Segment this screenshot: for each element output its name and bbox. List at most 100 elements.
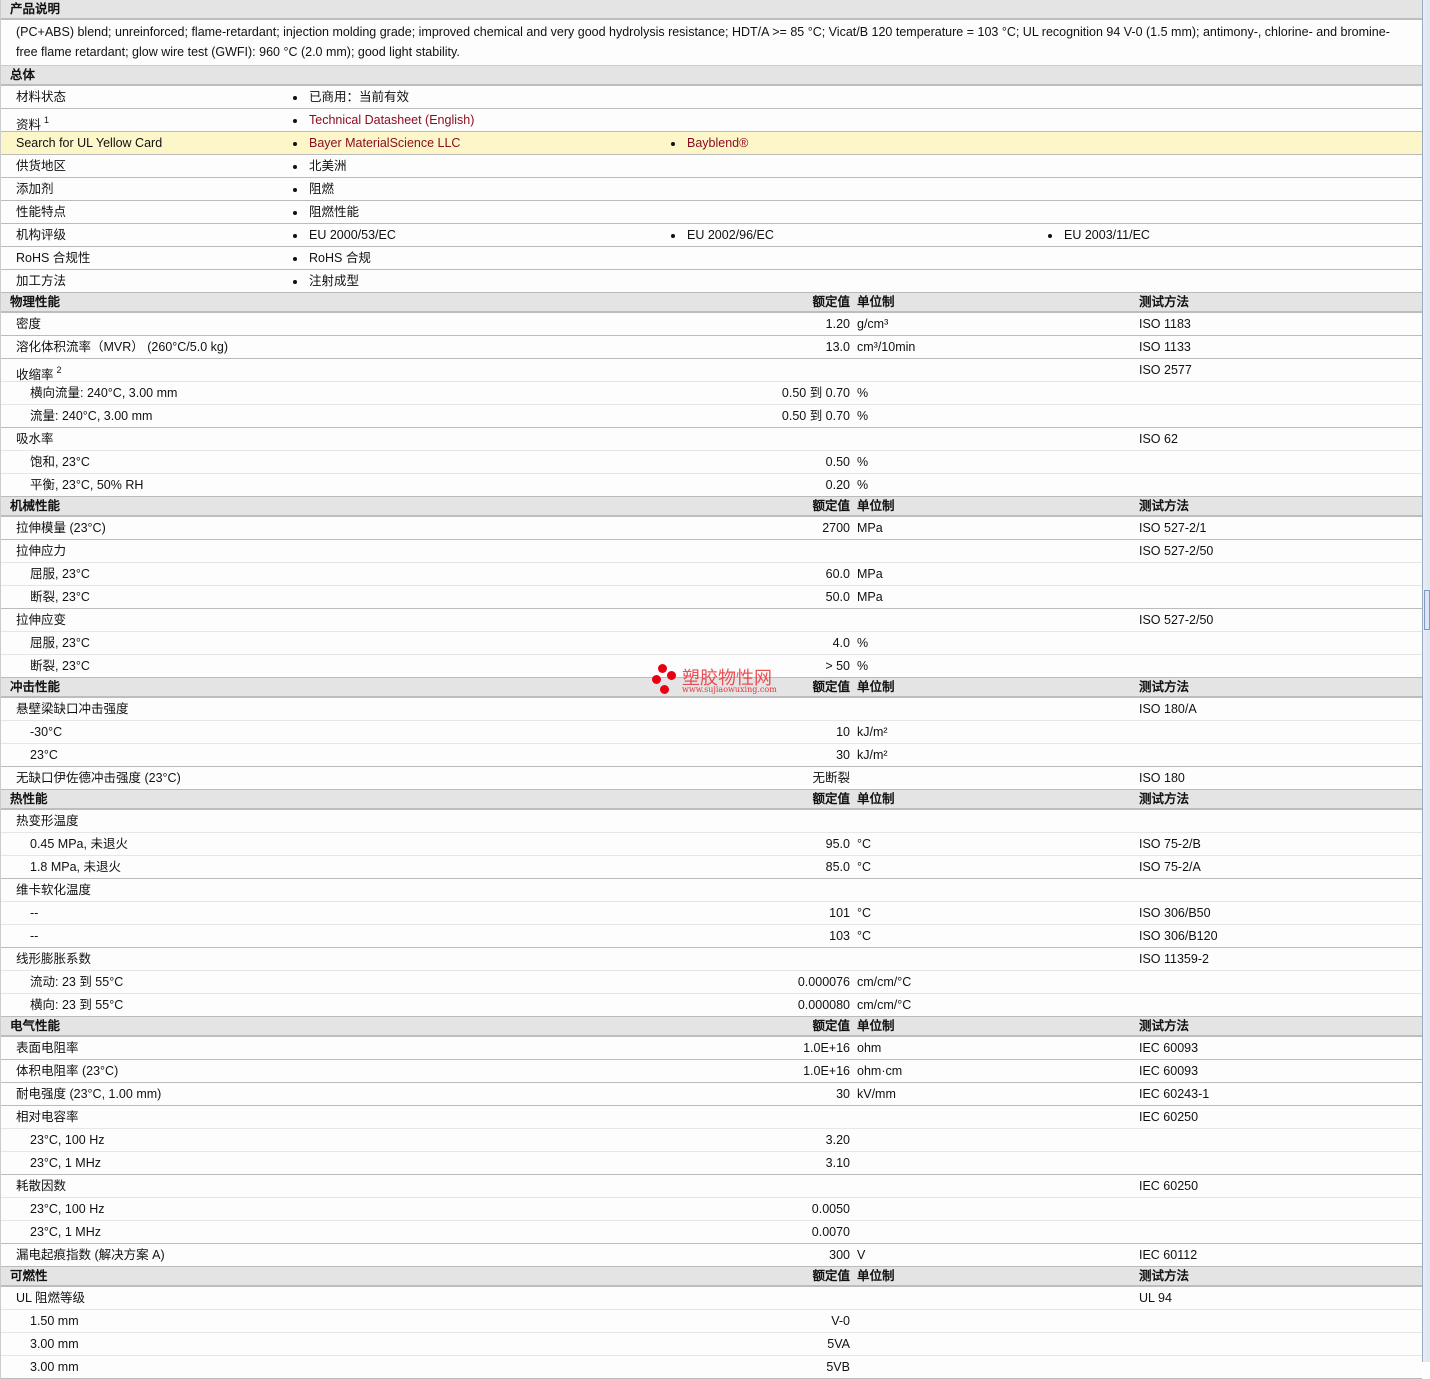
property-row: -30°C 10 kJ/m²: [1, 721, 1422, 744]
property-value: 0.000080: [797, 998, 850, 1012]
property-value: 0.50 到 0.70: [781, 386, 850, 400]
property-label-text: 饱和, 23°C: [30, 455, 90, 469]
property-label-text: 屈服, 23°C: [30, 636, 90, 650]
property-label-text: 1.50 mm: [30, 1314, 79, 1328]
property-unit: cm³/10min: [857, 340, 916, 354]
property-unit: °C: [857, 929, 872, 943]
bullet-item: RoHS 合规: [293, 247, 371, 269]
property-row: 3.00 mm 5VA: [1, 1333, 1422, 1356]
property-label-text: 3.00 mm: [30, 1360, 79, 1374]
property-label: --: [30, 925, 38, 947]
property-value: 5VA: [827, 1337, 850, 1351]
property-value: 60.0: [825, 567, 850, 581]
property-row: 耐电强度 (23°C, 1.00 mm) 30 kV/mm IEC 60243-1: [1, 1083, 1422, 1106]
property-value: 300: [829, 1248, 850, 1262]
link-item[interactable]: Technical Datasheet (English): [293, 109, 474, 131]
property-value: 13.0: [825, 340, 850, 354]
general-row: 性能特点 阻燃性能: [1, 201, 1422, 224]
property-unit: %: [857, 659, 869, 673]
bullet-item: 注射成型: [293, 270, 359, 292]
bullet-item: 已商用：当前有效: [293, 86, 409, 108]
link-item[interactable]: Bayer MaterialScience LLC: [293, 132, 460, 154]
bullet-item: 阻燃: [293, 178, 334, 200]
row-label-text: RoHS 合规性: [16, 251, 91, 265]
property-label: 3.00 mm: [30, 1356, 79, 1378]
property-label-text: 相对电容率: [16, 1110, 79, 1124]
property-label: 漏电起痕指数 (解决方案 A): [16, 1244, 165, 1266]
property-value: V-0: [831, 1314, 850, 1328]
column-header-value: 额定值: [812, 1269, 850, 1283]
property-row: 耗散因数 IEC 60250: [1, 1175, 1422, 1198]
property-label: 相对电容率: [16, 1106, 79, 1128]
test-method: ISO 1133: [1139, 340, 1191, 354]
property-unit: cm/cm/°C: [857, 975, 912, 989]
property-value: 5VB: [826, 1360, 850, 1374]
property-row: 收缩率 2 ISO 2577: [1, 359, 1422, 382]
property-label-text: 23°C, 1 MHz: [30, 1156, 101, 1170]
column-header-value: 额定值: [812, 499, 850, 513]
property-label-text: 表面电阻率: [16, 1041, 79, 1055]
property-row: 吸水率 ISO 62: [1, 428, 1422, 451]
property-label: 悬壁梁缺口冲击强度: [16, 698, 129, 720]
property-label-text: 平衡, 23°C, 50% RH: [30, 478, 144, 492]
property-label: 23°C, 100 Hz: [30, 1198, 104, 1220]
property-row: 密度 1.20 g/cm³ ISO 1183: [1, 313, 1422, 336]
property-label-text: 漏电起痕指数 (解决方案 A): [16, 1248, 165, 1262]
property-value: 1.20: [825, 317, 850, 331]
link-item[interactable]: Bayblend®: [671, 132, 748, 154]
row-label-text: 资料: [16, 118, 42, 132]
test-method: ISO 306/B50: [1139, 906, 1211, 920]
property-label-text: 23°C: [30, 748, 58, 762]
property-unit: ohm·cm: [857, 1064, 903, 1078]
section-title: 物理性能: [10, 295, 61, 309]
property-label: --: [30, 902, 38, 924]
section-product-description: 产品说明: [1, 0, 1422, 20]
property-unit: MPa: [857, 521, 883, 535]
property-label: 流量: 240°C, 3.00 mm: [30, 405, 152, 427]
test-method: ISO 180/A: [1139, 702, 1197, 716]
row-label-text: 供货地区: [16, 159, 67, 173]
property-value: 10: [836, 725, 850, 739]
section-title: 产品说明: [10, 2, 61, 16]
vertical-scrollbar[interactable]: [1422, 0, 1430, 1362]
property-row: 溶化体积流率（MVR） (260°C/5.0 kg) 13.0 cm³/10min I…: [1, 336, 1422, 359]
section-title: 机械性能: [10, 499, 61, 513]
general-row: 添加剂 阻燃: [1, 178, 1422, 201]
general-row: 加工方法 注射成型: [1, 270, 1422, 293]
property-row: -- 101 °C ISO 306/B50: [1, 902, 1422, 925]
property-row: 平衡, 23°C, 50% RH 0.20%: [1, 474, 1422, 497]
column-header-unit: 单位制: [857, 1019, 895, 1033]
property-row: 拉伸应力 ISO 527-2/50: [1, 540, 1422, 563]
property-row: 23°C, 1 MHz 0.0070: [1, 1221, 1422, 1244]
section-header: 可燃性 额定值 单位制 测试方法: [1, 1267, 1422, 1287]
property-value: 2700: [822, 521, 850, 535]
property-value: 0.50 到 0.70: [781, 409, 850, 423]
property-row: 悬壁梁缺口冲击强度 ISO 180/A: [1, 698, 1422, 721]
property-label-text: --: [30, 929, 39, 943]
property-label-text: 23°C, 100 Hz: [30, 1202, 105, 1216]
property-label-text: 悬壁梁缺口冲击强度: [16, 702, 129, 716]
property-row: -- 103 °C ISO 306/B120: [1, 925, 1422, 948]
property-label-text: 断裂, 23°C: [30, 590, 90, 604]
property-label: 无缺口伊佐德冲击强度 (23°C): [16, 767, 181, 789]
property-unit: %: [857, 455, 869, 469]
property-row: 23°C 30 kJ/m²: [1, 744, 1422, 767]
footnote-marker[interactable]: 1: [44, 115, 49, 125]
property-value: 85.0: [825, 860, 850, 874]
test-method: ISO 2577: [1139, 363, 1192, 377]
watermark-logo: 塑胶物性网 www.sujiaowuxing.com: [650, 662, 790, 698]
section-general: 总体: [1, 66, 1422, 86]
property-label-text: 拉伸应变: [16, 613, 67, 627]
property-label: 屈服, 23°C: [30, 563, 90, 585]
scrollbar-thumb[interactable]: [1424, 590, 1430, 630]
general-row: 供货地区 北美洲: [1, 155, 1422, 178]
test-method: ISO 527-2/50: [1139, 613, 1214, 627]
column-header-value: 额定值: [812, 792, 850, 806]
property-unit: kV/mm: [857, 1087, 896, 1101]
property-label-text: --: [30, 906, 39, 920]
property-row: 屈服, 23°C 4.0%: [1, 632, 1422, 655]
property-value: 4.0: [832, 636, 850, 650]
property-value: 3.20: [825, 1133, 850, 1147]
property-row: 横向流量: 240°C, 3.00 mm 0.50 到 0.70%: [1, 382, 1422, 405]
footnote-marker[interactable]: 2: [57, 365, 62, 375]
